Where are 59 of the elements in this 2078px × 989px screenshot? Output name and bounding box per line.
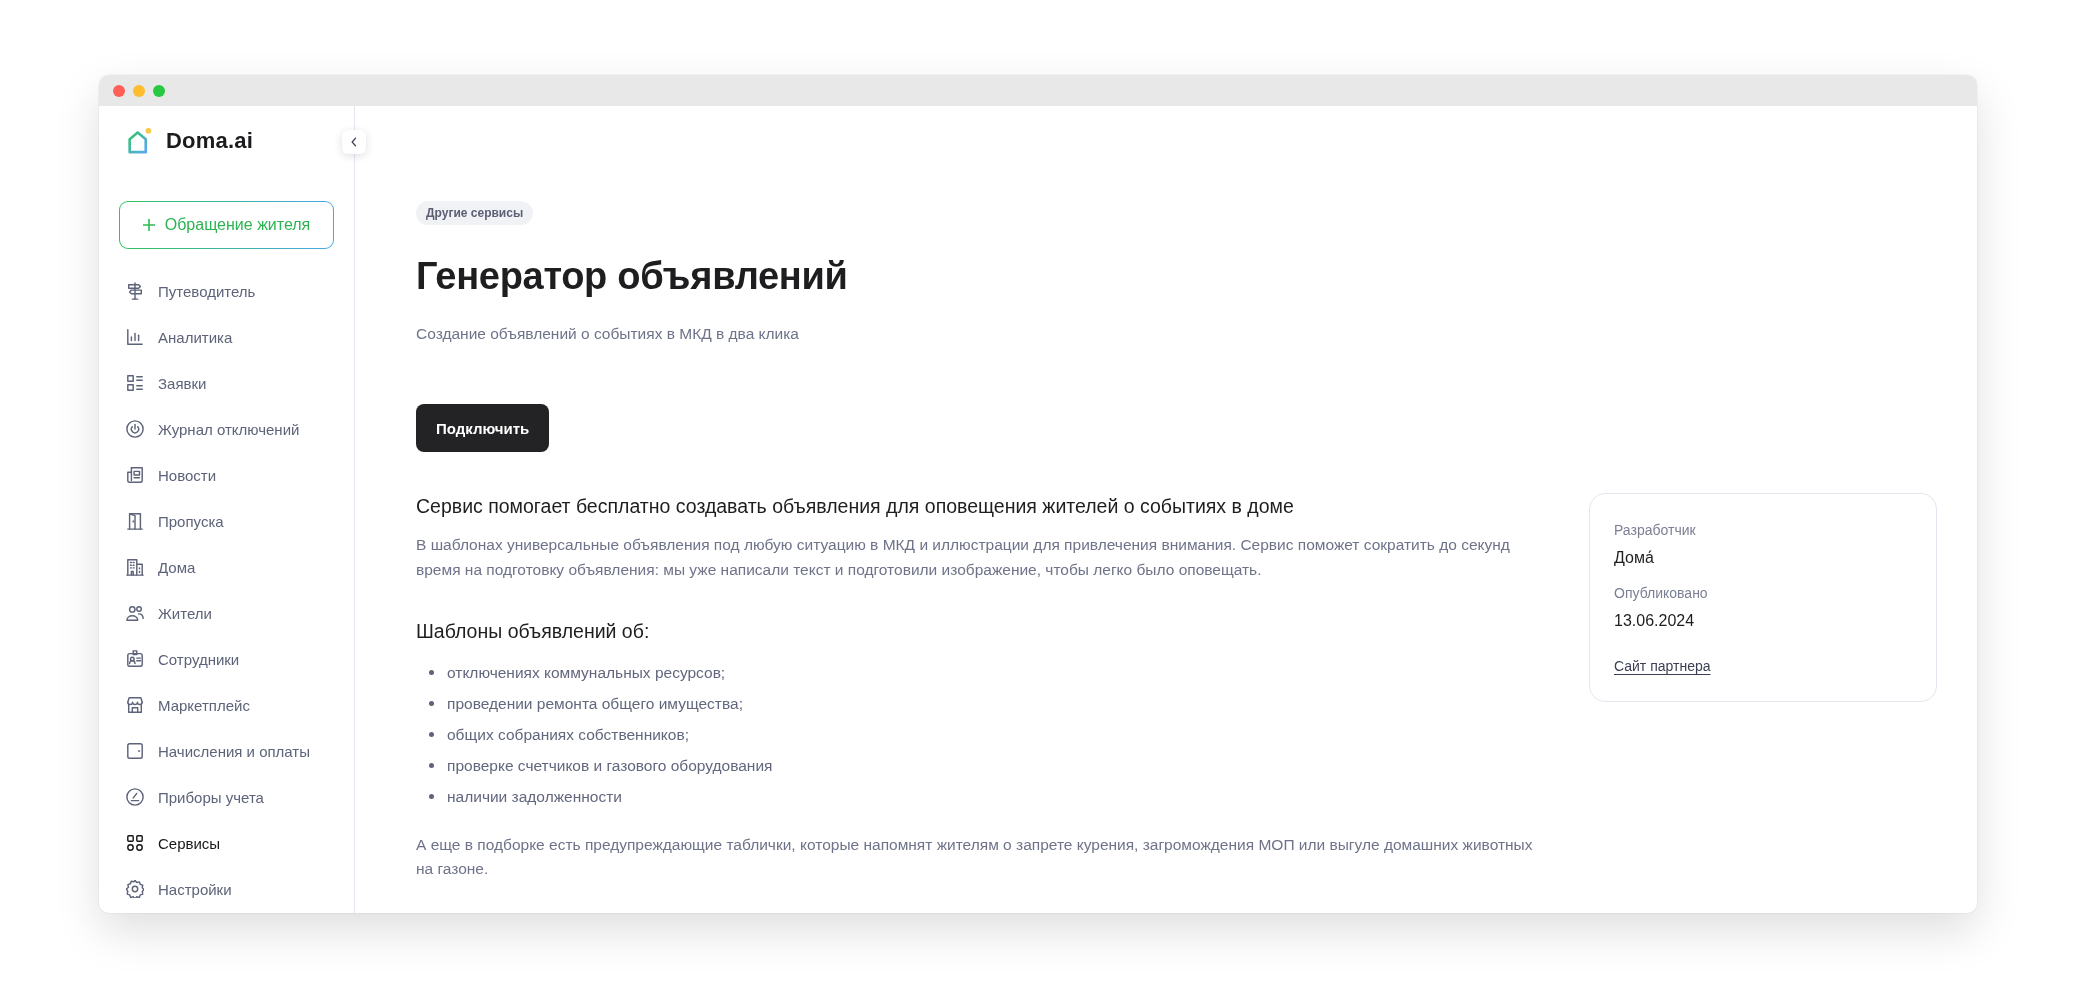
sidebar-item[interactable]: Настройки xyxy=(119,866,334,912)
category-tag[interactable]: Другие сервисы xyxy=(416,201,534,225)
section-heading: Сервис помогает бесплатно создавать объявления для оповещения жителей о событиях в доме xyxy=(416,494,1295,519)
newspaper-icon xyxy=(126,466,144,484)
sidebar-item[interactable]: Дома xyxy=(119,544,334,590)
window-close-button[interactable] xyxy=(113,84,125,97)
bullet-icon xyxy=(429,701,434,706)
gauge-icon xyxy=(126,788,144,806)
settings-icon xyxy=(126,880,144,898)
door-icon xyxy=(126,512,144,530)
chevron-left-icon xyxy=(351,137,357,147)
page-title: Генератор объявлений xyxy=(416,254,848,299)
id-badge-icon xyxy=(126,650,144,668)
building-icon xyxy=(126,558,144,576)
bullet-icon xyxy=(429,732,434,737)
partner-link[interactable]: Сайт партнера xyxy=(1614,656,1711,676)
description-text: В шаблонах универсальные объявления под любую ситуацию в МКД и иллюстрации для привлечения внимания. Сервис поможет сократить до секунд время на подготовку объявления: мы уже написали текст и подготовили изображение, чтобы легко было оповещать. xyxy=(416,535,1511,580)
window-minimize-button[interactable] xyxy=(133,84,145,97)
bullet-icon xyxy=(429,763,434,768)
field-value: Дома́ xyxy=(1614,548,1654,568)
window-maximize-button[interactable] xyxy=(153,84,165,97)
connect-button[interactable]: Подключить xyxy=(416,404,550,452)
list-icon xyxy=(126,374,144,392)
page-subtitle: Создание объявлений о событиях в МКД в два клика xyxy=(416,324,799,344)
sidebar-item[interactable]: Журнал отключений xyxy=(119,406,334,452)
sidebar-item[interactable]: Пропуска xyxy=(119,498,334,544)
list-item-text: наличии задолженности xyxy=(447,786,622,807)
list-item-text: проверке счетчиков и газового оборудования xyxy=(447,755,773,776)
grid-icon xyxy=(126,834,144,852)
list-item-text: общих собраниях собственников; xyxy=(447,724,689,745)
collapse-button[interactable] xyxy=(342,130,366,154)
sidebar-item[interactable]: Маркетплейс xyxy=(119,682,334,728)
sidebar-item[interactable]: Заявки xyxy=(119,360,334,406)
power-icon xyxy=(126,420,144,438)
house-logo-icon xyxy=(127,127,152,155)
bar-chart-icon xyxy=(126,328,144,346)
list-item-text: отключениях коммунальных ресурсов; xyxy=(447,662,726,683)
field-label: Опубликовано xyxy=(1614,584,1708,603)
sidebar-item[interactable]: Сервисы xyxy=(119,820,334,866)
bullet-icon xyxy=(429,794,434,799)
sidebar-item[interactable]: Новости xyxy=(119,452,334,498)
footnote-text: А еще в подборке есть предупреждающие таблички, которые напомнят жителям о запрете курения, загромождения МОП или выгуле домашних животных на газоне. xyxy=(416,835,1534,879)
sidebar-item[interactable]: Приборы учета xyxy=(119,774,334,820)
sidebar-item[interactable]: Жители xyxy=(119,590,334,636)
templates-heading: Шаблоны объявлений об: xyxy=(416,619,651,644)
users-icon xyxy=(126,604,144,622)
wallet-icon xyxy=(126,742,144,760)
sidebar-item[interactable]: Сотрудники xyxy=(119,636,334,682)
field-label: Разработчик xyxy=(1614,521,1696,540)
storefront-icon xyxy=(126,696,144,714)
bullet-icon xyxy=(429,670,434,675)
field-value: 13.06.2024 xyxy=(1614,611,1695,631)
sidebar-item[interactable]: Путеводитель xyxy=(119,268,334,314)
sidebar-item[interactable]: Аналитика xyxy=(119,314,334,360)
signpost-icon xyxy=(126,282,144,300)
logo-text: Doma.ai xyxy=(166,128,253,154)
plus-icon xyxy=(142,219,155,231)
list-item-text: проведении ремонта общего имущества; xyxy=(447,693,743,714)
sidebar-item[interactable]: Начисления и оплаты xyxy=(119,728,334,774)
